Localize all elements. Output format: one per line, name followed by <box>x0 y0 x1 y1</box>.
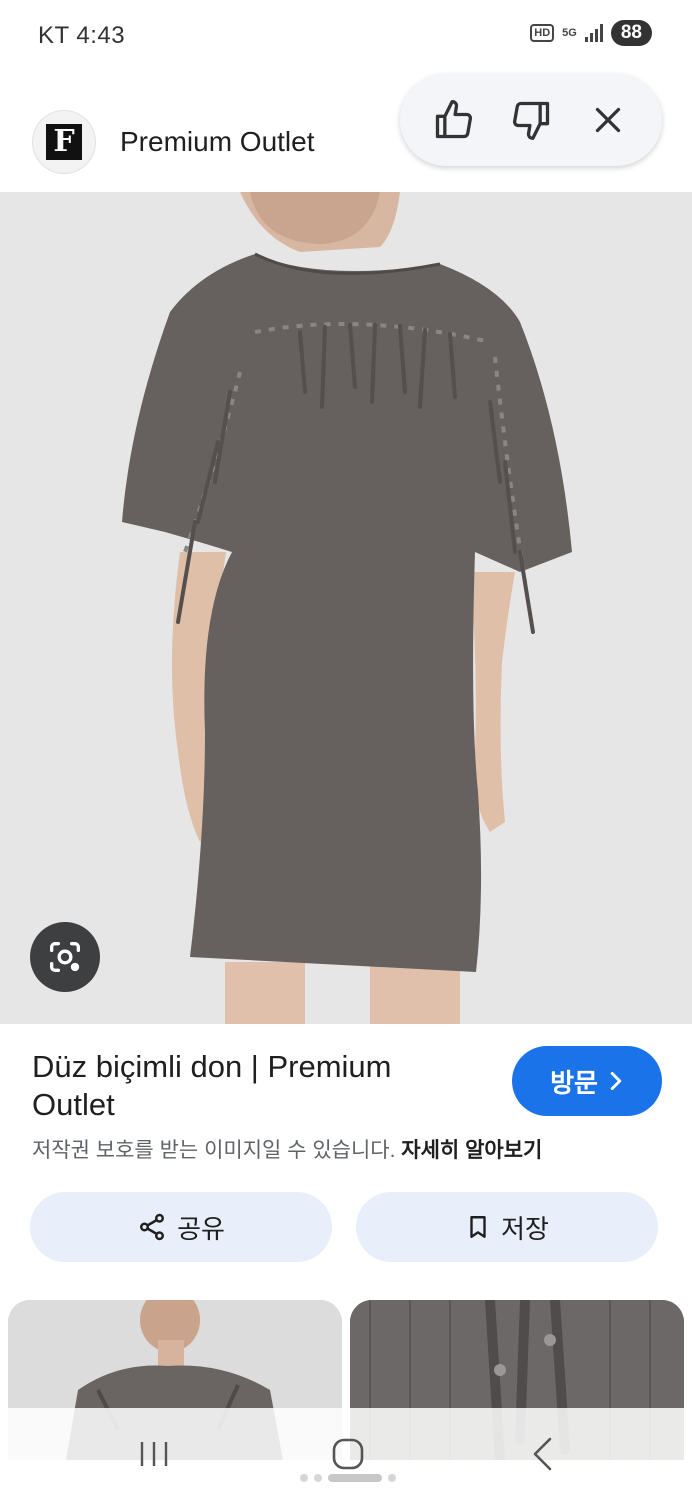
page-indicator <box>300 1474 396 1482</box>
save-button[interactable]: 저장 <box>356 1192 658 1262</box>
back-button[interactable] <box>512 1434 572 1474</box>
learn-more-link[interactable]: 자세히 알아보기 <box>401 1139 542 1162</box>
site-logo: F <box>32 110 96 174</box>
recent-apps-icon <box>140 1442 168 1466</box>
dress-illustration <box>0 192 692 1024</box>
copyright-notice: 저작권 보호를 받는 이미지일 수 있습니다. 자세히 알아보기 <box>32 1134 542 1164</box>
product-image[interactable] <box>0 192 692 1024</box>
system-navigation-bar <box>0 1408 692 1500</box>
page-dot-active <box>328 1474 382 1482</box>
back-icon <box>533 1437 552 1471</box>
bookmark-icon <box>470 1216 486 1238</box>
home-button[interactable] <box>318 1434 378 1474</box>
home-icon <box>332 1438 364 1470</box>
thumbs-down-icon <box>512 101 550 140</box>
status-bar: KT 4:43 HD 5G 88 <box>0 0 692 64</box>
result-title[interactable]: Düz biçimli don | Premium Outlet <box>32 1048 472 1124</box>
result-header: F Premium Outlet <box>0 64 692 192</box>
battery-indicator: 88 <box>610 20 652 46</box>
save-button-label: 저장 <box>501 1213 549 1244</box>
visit-button-label: 방문 <box>550 1067 598 1098</box>
feedback-toolbar <box>400 74 662 166</box>
share-button[interactable]: 공유 <box>30 1192 332 1262</box>
status-carrier-time: KT 4:43 <box>38 22 126 49</box>
close-icon <box>595 107 620 133</box>
page-dot <box>388 1474 396 1482</box>
recent-apps-button[interactable] <box>124 1434 184 1474</box>
share-icon <box>140 1213 165 1241</box>
close-button[interactable] <box>580 92 636 148</box>
copyright-text: 저작권 보호를 받는 이미지일 수 있습니다. <box>32 1139 396 1162</box>
signal-strength-icon <box>584 24 603 42</box>
hd-voice-icon: HD <box>530 24 555 42</box>
page-dot <box>300 1474 308 1482</box>
page-dot <box>314 1474 322 1482</box>
site-logo-letter: F <box>46 124 82 160</box>
chevron-right-icon <box>610 1072 622 1090</box>
visit-button[interactable]: 방문 <box>512 1046 662 1116</box>
status-indicators: HD 5G 88 <box>530 20 652 46</box>
share-button-label: 공유 <box>177 1213 225 1244</box>
google-lens-icon <box>50 942 81 972</box>
google-lens-button[interactable] <box>30 922 100 992</box>
thumbs-down-button[interactable] <box>503 92 559 148</box>
network-5g-icon: 5G <box>562 26 577 39</box>
site-name: Premium Outlet <box>120 126 315 157</box>
thumbs-up-icon <box>436 100 473 139</box>
thumbs-up-button[interactable] <box>426 92 482 148</box>
